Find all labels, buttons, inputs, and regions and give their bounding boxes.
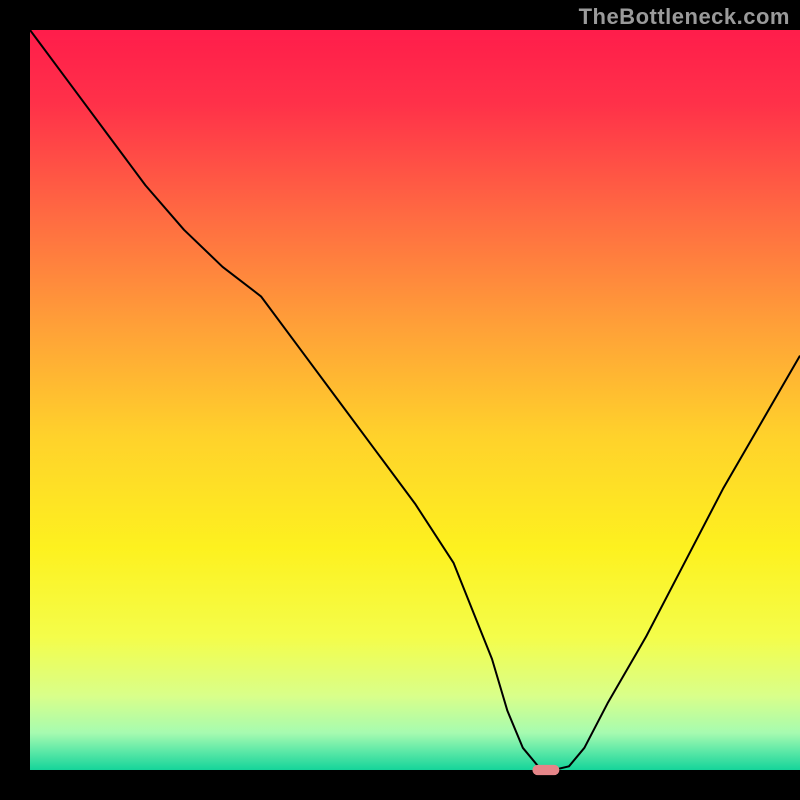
bottleneck-chart: TheBottleneck.com: [0, 0, 800, 800]
watermark-text: TheBottleneck.com: [579, 4, 790, 30]
chart-background: [30, 30, 800, 770]
minimum-marker: [532, 765, 559, 775]
chart-svg: [0, 0, 800, 800]
